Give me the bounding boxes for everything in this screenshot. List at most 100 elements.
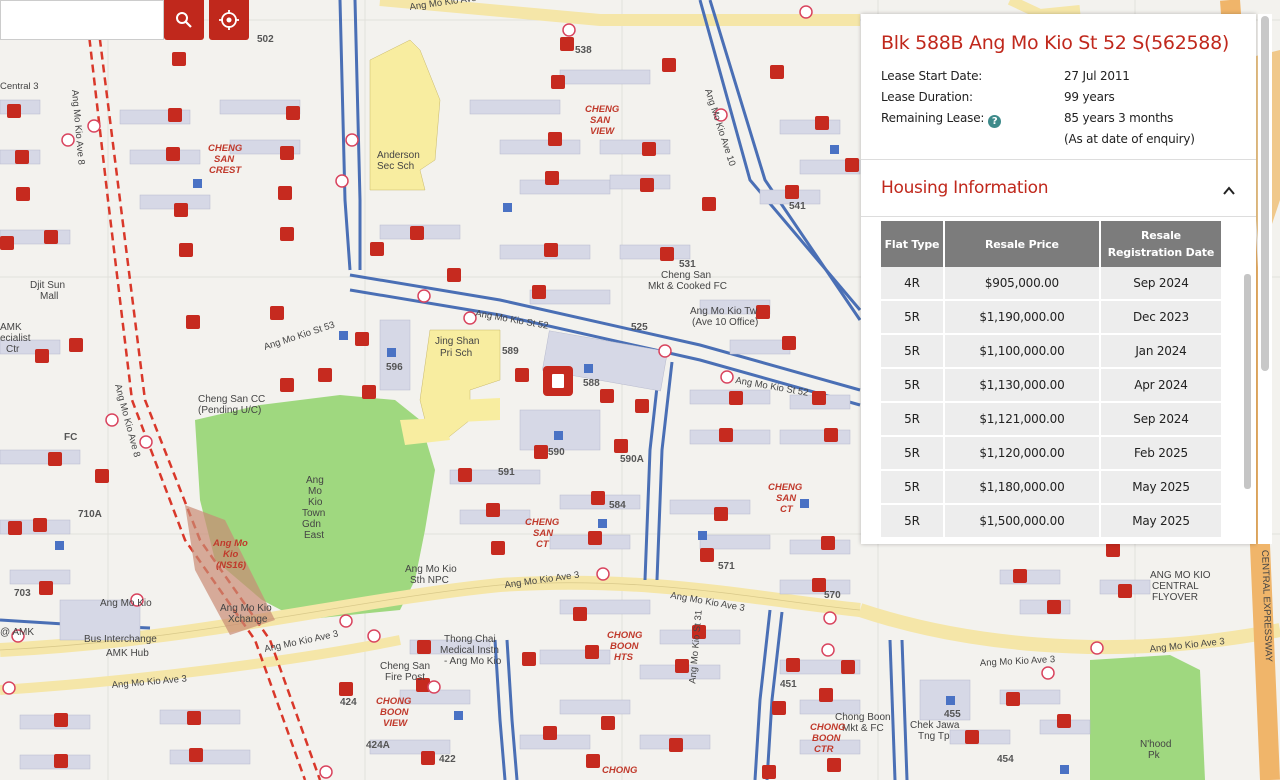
svg-text:590: 590 — [548, 447, 565, 458]
crosshair-icon — [219, 10, 239, 30]
svg-text:CHENG: CHENG — [585, 104, 620, 115]
svg-text:(Pending U/C): (Pending U/C) — [198, 405, 261, 416]
svg-text:Ang Mo Kio Tw: Ang Mo Kio Tw — [690, 306, 758, 317]
svg-text:588: 588 — [583, 378, 600, 389]
table-row: 5R $1,100,000.00 Jan 2024 — [881, 334, 1221, 369]
registration-date-cell: Feb 2025 — [1099, 436, 1221, 471]
svg-text:455: 455 — [944, 709, 961, 720]
resale-price-cell: $1,121,000.00 — [943, 402, 1101, 437]
svg-text:Kio: Kio — [308, 497, 323, 508]
svg-text:BOON: BOON — [812, 733, 842, 744]
svg-text:CHONG: CHONG — [607, 630, 643, 641]
svg-text:424: 424 — [340, 697, 357, 708]
registration-date-cell: Apr 2024 — [1099, 368, 1221, 403]
svg-text:454: 454 — [997, 754, 1014, 765]
resale-price-cell: $905,000.00 — [943, 267, 1101, 301]
table-row: 5R $1,180,000.00 May 2025 — [881, 470, 1221, 505]
table-row: 4R $905,000.00 Sep 2024 — [881, 267, 1221, 301]
svg-text:591: 591 — [498, 467, 515, 478]
flat-type-cell: 5R — [881, 504, 945, 539]
resale-price-cell: $1,130,000.00 — [943, 368, 1101, 403]
panel-scroll-thumb[interactable] — [1261, 16, 1269, 371]
flat-type-cell: 5R — [881, 470, 945, 505]
registration-date-cell: May 2025 — [1099, 470, 1221, 505]
column-header: Resale Registration Date — [1099, 221, 1221, 267]
svg-text:451: 451 — [780, 679, 797, 690]
neighbourhood-park — [1090, 655, 1205, 780]
housing-info-title[interactable]: Housing Information — [881, 178, 1049, 198]
svg-text:Bus Interchange: Bus Interchange — [84, 634, 157, 645]
flat-type-cell: 5R — [881, 436, 945, 471]
flat-type-cell: 5R — [881, 334, 945, 369]
registration-date-cell: Sep 2024 — [1099, 402, 1221, 437]
svg-text:BOON: BOON — [380, 707, 410, 718]
svg-text:Ang Mo Kio: Ang Mo Kio — [405, 564, 457, 575]
search-button[interactable] — [164, 0, 204, 40]
svg-text:Medical Instn: Medical Instn — [440, 645, 499, 656]
svg-text:ecialist: ecialist — [0, 333, 31, 344]
search-field[interactable] — [7, 1, 161, 39]
svg-text:Town: Town — [302, 508, 325, 519]
search-input[interactable] — [0, 0, 164, 40]
svg-text:422: 422 — [439, 754, 456, 765]
svg-text:Mkt & Cooked FC: Mkt & Cooked FC — [648, 281, 727, 292]
divider — [861, 216, 1256, 217]
remaining-lease-note: (As at date of enquiry) — [1064, 132, 1195, 146]
table-scrollbar[interactable] — [1244, 274, 1251, 489]
svg-text:Tng Tp: Tng Tp — [918, 731, 950, 742]
svg-text:Kio: Kio — [223, 549, 239, 560]
svg-text:589: 589 — [502, 346, 519, 357]
svg-text:CT: CT — [780, 504, 794, 515]
svg-text:AMK Hub: AMK Hub — [106, 648, 149, 659]
svg-text:@ AMK: @ AMK — [0, 627, 34, 638]
lease-start-label: Lease Start Date: — [881, 69, 983, 83]
resale-price-cell: $1,190,000.00 — [943, 300, 1101, 335]
svg-text:Mo: Mo — [308, 486, 322, 497]
registration-date-cell: Sep 2024 — [1099, 267, 1221, 301]
svg-text:Ang Mo Kio: Ang Mo Kio — [100, 598, 152, 609]
help-icon[interactable]: ? — [988, 115, 1002, 128]
svg-text:Cheng San CC: Cheng San CC — [198, 394, 265, 405]
svg-text:Mkt & FC: Mkt & FC — [842, 723, 884, 734]
remaining-lease-value: 85 years 3 months — [1064, 111, 1174, 125]
svg-text:HTS: HTS — [614, 652, 634, 663]
svg-text:424A: 424A — [366, 740, 390, 751]
flat-type-cell: 5R — [881, 368, 945, 403]
svg-text:Gdn: Gdn — [302, 519, 321, 530]
svg-text:Ctr: Ctr — [6, 344, 20, 355]
lease-start-value: 27 Jul 2011 — [1064, 69, 1130, 83]
svg-text:Jing Shan: Jing Shan — [435, 336, 479, 347]
svg-text:Central 3: Central 3 — [0, 81, 39, 92]
svg-text:CHENG: CHENG — [768, 482, 803, 493]
chevron-up-icon[interactable] — [1222, 184, 1236, 198]
svg-text:571: 571 — [718, 561, 735, 572]
svg-text:Cheng San: Cheng San — [380, 661, 430, 672]
svg-text:FLYOVER: FLYOVER — [1152, 592, 1198, 603]
remaining-lease-label: Remaining Lease: — [881, 111, 985, 125]
flat-type-cell: 5R — [881, 402, 945, 437]
resale-price-cell: $1,500,000.00 — [943, 504, 1101, 539]
svg-text:VIEW: VIEW — [590, 126, 615, 137]
svg-text:CHONG: CHONG — [376, 696, 412, 707]
table-row: 5R $1,190,000.00 Dec 2023 — [881, 300, 1221, 335]
svg-text:CHENG: CHENG — [525, 517, 560, 528]
svg-text:Cheng San: Cheng San — [661, 270, 711, 281]
svg-text:CHONG: CHONG — [602, 765, 638, 776]
svg-text:CT: CT — [536, 539, 550, 550]
svg-text:Djit Sun: Djit Sun — [30, 280, 65, 291]
svg-text:SAN: SAN — [214, 154, 235, 165]
svg-text:SAN: SAN — [590, 115, 611, 126]
svg-text:703: 703 — [14, 588, 31, 599]
svg-text:(Ave 10 Office): (Ave 10 Office) — [692, 317, 758, 328]
lease-duration-value: 99 years — [1064, 90, 1115, 104]
svg-text:ANG MO KIO: ANG MO KIO — [1150, 570, 1211, 581]
table-header-row: Flat Type Resale Price Resale Registrati… — [881, 221, 1221, 267]
svg-text:AMK: AMK — [0, 322, 22, 333]
locate-button[interactable] — [209, 0, 249, 40]
svg-text:584: 584 — [609, 500, 626, 511]
svg-text:CREST: CREST — [209, 165, 242, 176]
svg-text:541: 541 — [789, 201, 806, 212]
svg-text:(NS16): (NS16) — [216, 560, 246, 571]
search-icon — [176, 12, 192, 28]
column-header: Flat Type — [881, 221, 945, 267]
